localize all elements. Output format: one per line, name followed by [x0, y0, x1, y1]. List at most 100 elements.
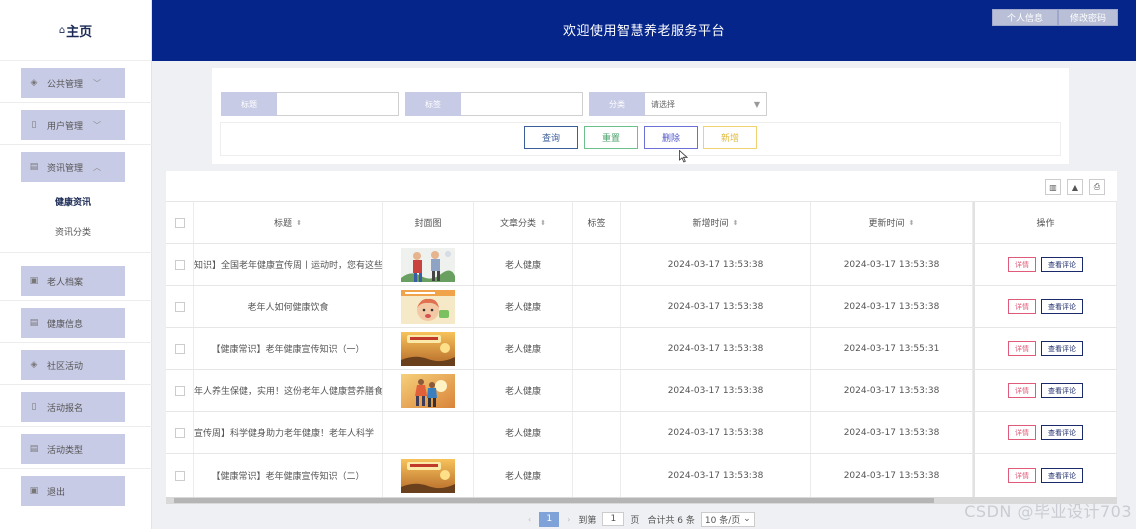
row-checkbox[interactable] [174, 259, 185, 270]
row-title: 知识】全国老年健康宣传周丨运动时，您有这些 [194, 244, 383, 285]
page-unit-label: 页 [630, 515, 640, 526]
row-updated: 2024-03-17 13:53:38 [811, 370, 973, 411]
sidebar-subitem-health-news[interactable]: 健康资讯 [55, 195, 91, 208]
mouse-cursor-icon [679, 150, 688, 163]
select-all-checkbox[interactable] [174, 217, 185, 228]
profile-button[interactable]: 个人信息 [992, 9, 1058, 26]
table-toolbar: ▥ ▲ ⎙ [1045, 179, 1105, 195]
sort-icon[interactable]: ⬍ [296, 219, 302, 227]
row-actions: 详情 查看评论 [973, 286, 1117, 327]
column-tag-label: 标签 [587, 219, 606, 229]
cover-image[interactable] [401, 289, 455, 324]
sidebar-item-label: 资讯管理 [47, 163, 84, 174]
trash-icon: ▯ [31, 119, 37, 130]
row-created: 2024-03-17 13:53:38 [621, 370, 811, 411]
view-comments-button[interactable]: 查看评论 [1041, 425, 1083, 440]
category-select[interactable]: 请选择 ▼ [645, 92, 767, 116]
view-comments-button[interactable]: 查看评论 [1041, 341, 1083, 356]
cover-image[interactable] [401, 373, 455, 408]
reset-button[interactable]: 重置 [584, 126, 638, 149]
sidebar-item-news[interactable]: ▤ 资讯管理 ︿ [21, 152, 125, 182]
data-table-card: ▥ ▲ ⎙ 标题 ⬍ 封面图 文章分类 ⬍ 标签 新增时间 ⬍ 更新时间 ⬍ 操作 知识… [166, 171, 1117, 498]
category-select-value: 请选择 [651, 99, 675, 109]
add-button[interactable]: 新增 [703, 126, 757, 149]
print-icon[interactable]: ⎙ [1089, 179, 1105, 195]
row-tag [573, 454, 621, 497]
table-row: 老年人如何健康饮食 老人健康 2024-03-17 13:53:38 2024-… [166, 285, 1117, 327]
cover-image[interactable] [401, 331, 455, 366]
title-input[interactable] [277, 92, 399, 116]
grid-icon: ▤ [29, 443, 39, 454]
detail-button[interactable]: 详情 [1008, 257, 1036, 272]
row-cover [383, 454, 474, 497]
row-actions: 详情 查看评论 [973, 454, 1117, 497]
detail-button[interactable]: 详情 [1008, 468, 1036, 483]
change-password-button[interactable]: 修改密码 [1058, 9, 1118, 26]
row-title: 老年人如何健康饮食 [194, 286, 383, 327]
divider [0, 300, 152, 301]
home-icon: ⌂ [58, 24, 66, 36]
view-comments-button[interactable]: 查看评论 [1041, 468, 1083, 483]
prev-page-icon[interactable]: ‹ [528, 515, 531, 524]
sidebar-item-label: 老人档案 [47, 277, 84, 288]
page-number-current[interactable]: 1 [539, 511, 560, 527]
columns-icon[interactable]: ▥ [1045, 179, 1061, 195]
export-icon[interactable]: ▲ [1067, 179, 1083, 195]
column-header-created[interactable]: 新增时间 ⬍ [621, 202, 811, 243]
row-created: 2024-03-17 13:53:38 [621, 454, 811, 497]
sidebar-item-activity-type[interactable]: ▤ 活动类型 [21, 434, 125, 464]
table-row: 宣传周】科学健身助力老年健康！老年人科学 老人健康 2024-03-17 13:… [166, 411, 1117, 453]
sidebar-item-label: 活动报名 [47, 403, 84, 414]
row-checkbox[interactable] [174, 301, 185, 312]
divider [0, 252, 152, 253]
tag-input[interactable] [461, 92, 583, 116]
sort-icon[interactable]: ⬍ [540, 219, 546, 227]
detail-button[interactable]: 详情 [1008, 383, 1036, 398]
column-header-updated[interactable]: 更新时间 ⬍ [811, 202, 973, 243]
row-category: 老人健康 [474, 454, 573, 497]
view-comments-button[interactable]: 查看评论 [1041, 257, 1083, 272]
detail-button[interactable]: 详情 [1008, 425, 1036, 440]
scrollbar-thumb[interactable] [174, 498, 934, 503]
sort-icon[interactable]: ⬍ [909, 219, 915, 227]
table-header: 标题 ⬍ 封面图 文章分类 ⬍ 标签 新增时间 ⬍ 更新时间 ⬍ 操作 [166, 201, 1117, 243]
table-row: 年人养生保健，实用！这份老年人健康营养膳食 老人健康 2024-03-17 13… [166, 369, 1117, 411]
row-title: 年人养生保健，实用！这份老年人健康营养膳食 [194, 370, 383, 411]
column-header-tag: 标签 [573, 202, 621, 243]
detail-button[interactable]: 详情 [1008, 341, 1036, 356]
chevron-down-icon: ﹀ [93, 120, 102, 130]
cover-image[interactable] [401, 247, 455, 282]
sidebar-item-label: 活动类型 [47, 445, 84, 456]
sidebar-item-elder-archive[interactable]: ▣ 老人档案 [21, 266, 125, 296]
cover-image[interactable] [401, 458, 455, 493]
sort-icon[interactable]: ⬍ [733, 219, 739, 227]
sidebar-item-signup[interactable]: ▯ 活动报名 [21, 392, 125, 422]
home-link[interactable]: ⌂ 主页 [0, 0, 151, 61]
query-button[interactable]: 查询 [524, 126, 578, 149]
sidebar-item-health-info[interactable]: ▤ 健康信息 [21, 308, 125, 338]
column-header-title[interactable]: 标题 ⬍ [194, 202, 383, 243]
top-header: 欢迎使用智慧养老服务平台 个人信息 修改密码 [152, 0, 1136, 61]
view-comments-button[interactable]: 查看评论 [1041, 383, 1083, 398]
view-comments-button[interactable]: 查看评论 [1041, 299, 1083, 314]
column-header-category[interactable]: 文章分类 ⬍ [474, 202, 573, 243]
next-page-icon[interactable]: › [567, 515, 570, 524]
sidebar-item-public[interactable]: ◈ 公共管理 ﹀ [21, 68, 125, 98]
row-checkbox[interactable] [174, 470, 185, 481]
row-checkbox[interactable] [174, 427, 185, 438]
row-checkbox[interactable] [174, 343, 185, 354]
row-checkbox[interactable] [174, 385, 185, 396]
detail-button[interactable]: 详情 [1008, 299, 1036, 314]
tag-search-field: 标签 [405, 92, 583, 116]
sidebar-subitem-news-category[interactable]: 资讯分类 [55, 225, 91, 238]
sidebar-item-users[interactable]: ▯ 用户管理 ﹀ [21, 110, 125, 140]
row-category: 老人健康 [474, 244, 573, 285]
delete-button[interactable]: 删除 [644, 126, 698, 149]
row-title: 【健康常识】老年健康宣传知识（一） [194, 328, 383, 369]
goto-page-input[interactable]: 1 [602, 512, 625, 526]
row-cover [383, 370, 474, 411]
page-size-select[interactable]: 10 条/页 ⌄ [700, 511, 755, 527]
sidebar-item-logout[interactable]: ▣ 退出 [21, 476, 125, 506]
sidebar-item-community[interactable]: ◈ 社区活动 [21, 350, 125, 380]
row-created: 2024-03-17 13:53:38 [621, 286, 811, 327]
